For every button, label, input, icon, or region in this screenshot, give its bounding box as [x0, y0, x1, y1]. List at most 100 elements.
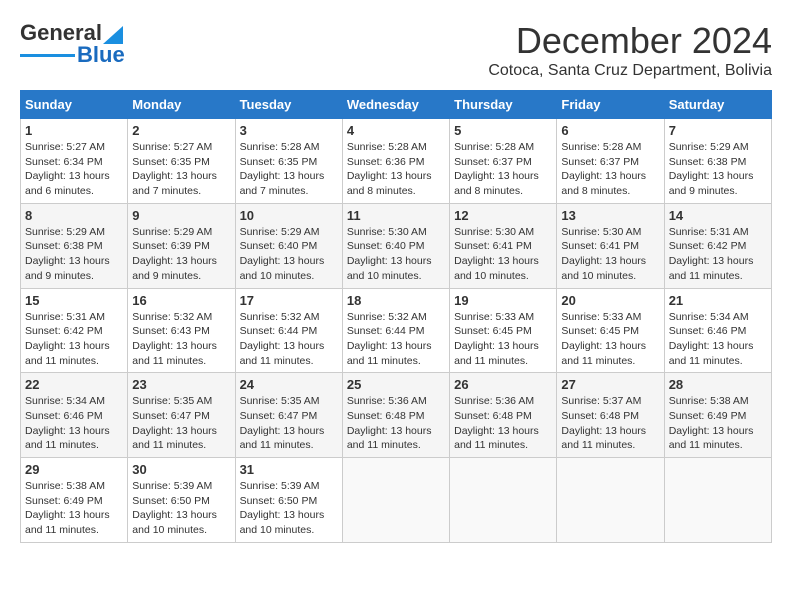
day-info: Sunrise: 5:38 AM Sunset: 6:49 PM Dayligh…	[669, 394, 767, 453]
day-info: Sunrise: 5:35 AM Sunset: 6:47 PM Dayligh…	[132, 394, 230, 453]
calendar-cell: 13 Sunrise: 5:30 AM Sunset: 6:41 PM Dayli…	[557, 203, 664, 288]
day-info: Sunrise: 5:30 AM Sunset: 6:41 PM Dayligh…	[561, 225, 659, 284]
calendar-cell: 2Sunrise: 5:27 AM Sunset: 6:35 PM Daylig…	[128, 119, 235, 204]
day-number: 19	[454, 293, 552, 308]
logo-icon	[103, 22, 123, 44]
day-number: 13	[561, 208, 659, 223]
day-info: Sunrise: 5:29 AM Sunset: 6:40 PM Dayligh…	[240, 225, 338, 284]
day-number: 29	[25, 462, 123, 477]
title-section: December 2024 Cotoca, Santa Cruz Departm…	[488, 20, 772, 80]
calendar-cell	[664, 458, 771, 543]
calendar-cell: 20Sunrise: 5:33 AM Sunset: 6:45 PM Dayli…	[557, 288, 664, 373]
day-header-sunday: Sunday	[21, 91, 128, 119]
calendar-cell: 5Sunrise: 5:28 AM Sunset: 6:37 PM Daylig…	[450, 119, 557, 204]
day-info: Sunrise: 5:29 AM Sunset: 6:39 PM Dayligh…	[132, 225, 230, 284]
calendar-cell: 29 Sunrise: 5:38 AM Sunset: 6:49 PM Dayli…	[21, 458, 128, 543]
day-number: 14	[669, 208, 767, 223]
calendar-cell: 1Sunrise: 5:27 AM Sunset: 6:34 PM Daylig…	[21, 119, 128, 204]
day-info: Sunrise: 5:37 AM Sunset: 6:48 PM Dayligh…	[561, 394, 659, 453]
day-info: Sunrise: 5:30 AM Sunset: 6:40 PM Dayligh…	[347, 225, 445, 284]
calendar-cell: 9 Sunrise: 5:29 AM Sunset: 6:39 PM Daylig…	[128, 203, 235, 288]
day-info: Sunrise: 5:33 AM Sunset: 6:45 PM Dayligh…	[454, 310, 552, 369]
day-info: Sunrise: 5:39 AM Sunset: 6:50 PM Dayligh…	[132, 479, 230, 538]
day-info: Sunrise: 5:34 AM Sunset: 6:46 PM Dayligh…	[25, 394, 123, 453]
day-number: 25	[347, 377, 445, 392]
day-number: 24	[240, 377, 338, 392]
calendar-header: SundayMondayTuesdayWednesdayThursdayFrid…	[21, 91, 772, 119]
calendar-cell: 17 Sunrise: 5:32 AM Sunset: 6:44 PM Dayli…	[235, 288, 342, 373]
logo-blue: Blue	[77, 42, 125, 68]
calendar-week-5: 29 Sunrise: 5:38 AM Sunset: 6:49 PM Dayli…	[21, 458, 772, 543]
day-number: 7	[669, 123, 767, 138]
day-number: 28	[669, 377, 767, 392]
calendar-cell	[450, 458, 557, 543]
subtitle: Cotoca, Santa Cruz Department, Bolivia	[488, 62, 772, 80]
day-number: 20	[561, 293, 659, 308]
day-info: Sunrise: 5:34 AM Sunset: 6:46 PM Dayligh…	[669, 310, 767, 369]
calendar-cell: 7 Sunrise: 5:29 AM Sunset: 6:38 PM Daylig…	[664, 119, 771, 204]
day-number: 3	[240, 123, 338, 138]
day-number: 21	[669, 293, 767, 308]
day-number: 10	[240, 208, 338, 223]
calendar-cell: 24Sunrise: 5:35 AM Sunset: 6:47 PM Dayli…	[235, 373, 342, 458]
calendar-cell: 15 Sunrise: 5:31 AM Sunset: 6:42 PM Dayli…	[21, 288, 128, 373]
day-info: Sunrise: 5:27 AM Sunset: 6:35 PM Dayligh…	[132, 140, 230, 199]
calendar-week-2: 8Sunrise: 5:29 AM Sunset: 6:38 PM Daylig…	[21, 203, 772, 288]
calendar-cell: 18Sunrise: 5:32 AM Sunset: 6:44 PM Dayli…	[342, 288, 449, 373]
day-header-wednesday: Wednesday	[342, 91, 449, 119]
day-info: Sunrise: 5:39 AM Sunset: 6:50 PM Dayligh…	[240, 479, 338, 538]
calendar-cell: 30 Sunrise: 5:39 AM Sunset: 6:50 PM Dayli…	[128, 458, 235, 543]
calendar-cell: 3Sunrise: 5:28 AM Sunset: 6:35 PM Daylig…	[235, 119, 342, 204]
calendar-week-1: 1Sunrise: 5:27 AM Sunset: 6:34 PM Daylig…	[21, 119, 772, 204]
day-info: Sunrise: 5:29 AM Sunset: 6:38 PM Dayligh…	[669, 140, 767, 199]
day-number: 18	[347, 293, 445, 308]
day-info: Sunrise: 5:27 AM Sunset: 6:34 PM Dayligh…	[25, 140, 123, 199]
day-info: Sunrise: 5:36 AM Sunset: 6:48 PM Dayligh…	[347, 394, 445, 453]
day-info: Sunrise: 5:31 AM Sunset: 6:42 PM Dayligh…	[25, 310, 123, 369]
calendar-cell: 21 Sunrise: 5:34 AM Sunset: 6:46 PM Dayli…	[664, 288, 771, 373]
calendar-cell	[342, 458, 449, 543]
day-info: Sunrise: 5:36 AM Sunset: 6:48 PM Dayligh…	[454, 394, 552, 453]
day-header-friday: Friday	[557, 91, 664, 119]
calendar-cell: 12 Sunrise: 5:30 AM Sunset: 6:41 PM Dayli…	[450, 203, 557, 288]
day-info: Sunrise: 5:32 AM Sunset: 6:44 PM Dayligh…	[240, 310, 338, 369]
day-number: 27	[561, 377, 659, 392]
day-number: 9	[132, 208, 230, 223]
calendar-cell: 31 Sunrise: 5:39 AM Sunset: 6:50 PM Dayli…	[235, 458, 342, 543]
day-info: Sunrise: 5:30 AM Sunset: 6:41 PM Dayligh…	[454, 225, 552, 284]
calendar: SundayMondayTuesdayWednesdayThursdayFrid…	[20, 90, 772, 543]
day-header-saturday: Saturday	[664, 91, 771, 119]
calendar-cell: 28 Sunrise: 5:38 AM Sunset: 6:49 PM Dayli…	[664, 373, 771, 458]
day-header-tuesday: Tuesday	[235, 91, 342, 119]
day-info: Sunrise: 5:38 AM Sunset: 6:49 PM Dayligh…	[25, 479, 123, 538]
day-number: 22	[25, 377, 123, 392]
day-number: 12	[454, 208, 552, 223]
day-number: 26	[454, 377, 552, 392]
day-header-thursday: Thursday	[450, 91, 557, 119]
calendar-cell: 25 Sunrise: 5:36 AM Sunset: 6:48 PM Dayli…	[342, 373, 449, 458]
day-number: 4	[347, 123, 445, 138]
day-info: Sunrise: 5:32 AM Sunset: 6:43 PM Dayligh…	[132, 310, 230, 369]
calendar-week-4: 22 Sunrise: 5:34 AM Sunset: 6:46 PM Dayli…	[21, 373, 772, 458]
day-info: Sunrise: 5:28 AM Sunset: 6:37 PM Dayligh…	[561, 140, 659, 199]
day-info: Sunrise: 5:28 AM Sunset: 6:37 PM Dayligh…	[454, 140, 552, 199]
day-header-monday: Monday	[128, 91, 235, 119]
calendar-body: 1Sunrise: 5:27 AM Sunset: 6:34 PM Daylig…	[21, 119, 772, 543]
calendar-cell: 22 Sunrise: 5:34 AM Sunset: 6:46 PM Dayli…	[21, 373, 128, 458]
day-number: 15	[25, 293, 123, 308]
calendar-cell: 10 Sunrise: 5:29 AM Sunset: 6:40 PM Dayli…	[235, 203, 342, 288]
day-number: 30	[132, 462, 230, 477]
day-number: 23	[132, 377, 230, 392]
calendar-cell: 6Sunrise: 5:28 AM Sunset: 6:37 PM Daylig…	[557, 119, 664, 204]
calendar-cell: 16Sunrise: 5:32 AM Sunset: 6:43 PM Dayli…	[128, 288, 235, 373]
calendar-cell: 27 Sunrise: 5:37 AM Sunset: 6:48 PM Dayli…	[557, 373, 664, 458]
calendar-cell: 4Sunrise: 5:28 AM Sunset: 6:36 PM Daylig…	[342, 119, 449, 204]
calendar-cell: 8Sunrise: 5:29 AM Sunset: 6:38 PM Daylig…	[21, 203, 128, 288]
calendar-week-3: 15 Sunrise: 5:31 AM Sunset: 6:42 PM Dayli…	[21, 288, 772, 373]
logo: General Blue	[20, 20, 125, 68]
day-number: 31	[240, 462, 338, 477]
calendar-cell	[557, 458, 664, 543]
day-number: 17	[240, 293, 338, 308]
calendar-cell: 23 Sunrise: 5:35 AM Sunset: 6:47 PM Dayli…	[128, 373, 235, 458]
day-info: Sunrise: 5:29 AM Sunset: 6:38 PM Dayligh…	[25, 225, 123, 284]
